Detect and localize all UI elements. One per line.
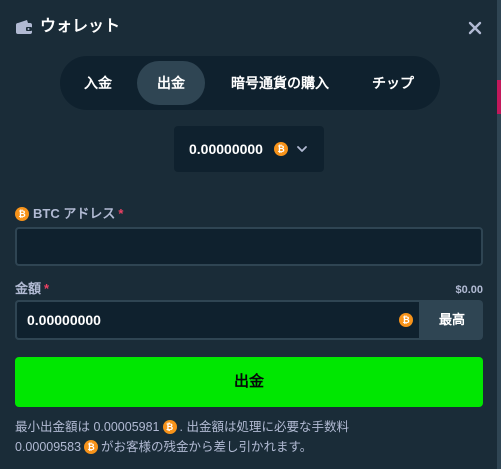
wallet-icon bbox=[16, 20, 32, 34]
tab-buy-crypto[interactable]: 暗号通貨の購入 bbox=[212, 61, 348, 105]
address-label: ₿ BTC アドレス * bbox=[15, 206, 123, 222]
modal-title: ウォレット bbox=[40, 18, 121, 35]
amount-label: 金額 * bbox=[15, 281, 49, 297]
tab-tip[interactable]: チップ bbox=[356, 61, 430, 105]
amount-input[interactable] bbox=[15, 300, 421, 340]
scrollbar[interactable] bbox=[497, 0, 501, 469]
max-button[interactable]: 最高 bbox=[421, 300, 483, 340]
amount-fiat-value: $0.00 bbox=[455, 284, 483, 296]
tab-withdraw[interactable]: 出金 bbox=[137, 61, 205, 105]
close-icon[interactable] bbox=[465, 18, 485, 38]
currency-balance: 0.00000000 bbox=[189, 141, 263, 157]
bitcoin-icon: ₿ bbox=[15, 206, 29, 221]
min-withdraw-note: 最小出金額は 0.00005981 ₿. 出金額は処理に必要な手数料 bbox=[15, 418, 349, 436]
amount-field: ₿ 最高 bbox=[15, 300, 483, 340]
wallet-tabs: 入金 出金 暗号通貨の購入 チップ bbox=[60, 56, 440, 110]
chevron-down-icon bbox=[297, 146, 307, 152]
address-label-text: BTC アドレス bbox=[33, 206, 116, 221]
modal-header: ウォレット bbox=[0, 0, 497, 56]
scrollbar-thumb[interactable] bbox=[497, 80, 501, 114]
note-text: 0.00009583 bbox=[15, 440, 82, 454]
tab-deposit[interactable]: 入金 bbox=[68, 61, 128, 105]
bitcoin-icon: ₿ bbox=[399, 313, 413, 327]
bitcoin-icon: ₿ bbox=[84, 439, 99, 454]
note-text: がお客様の残金から差し引かれます。 bbox=[101, 440, 313, 454]
withdraw-button[interactable]: 出金 bbox=[15, 357, 483, 407]
required-marker: * bbox=[44, 281, 50, 296]
amount-label-text: 金額 bbox=[15, 281, 42, 296]
bitcoin-icon: ₿ bbox=[274, 142, 288, 156]
wallet-modal: ウォレット 入金 出金 暗号通貨の購入 チップ 0.00000000 ₿ ₿ BT… bbox=[0, 0, 501, 469]
btc-address-input[interactable] bbox=[15, 227, 483, 266]
fee-note: 0.00009583 ₿ がお客様の残金から差し引かれます。 bbox=[15, 438, 312, 456]
note-text: 最小出金額は 0.00005981 bbox=[15, 420, 160, 434]
currency-select[interactable]: 0.00000000 ₿ bbox=[174, 126, 324, 172]
bitcoin-icon: ₿ bbox=[162, 419, 177, 434]
note-text: . 出金額は処理に必要な手数料 bbox=[179, 420, 349, 434]
required-marker: * bbox=[118, 206, 124, 221]
